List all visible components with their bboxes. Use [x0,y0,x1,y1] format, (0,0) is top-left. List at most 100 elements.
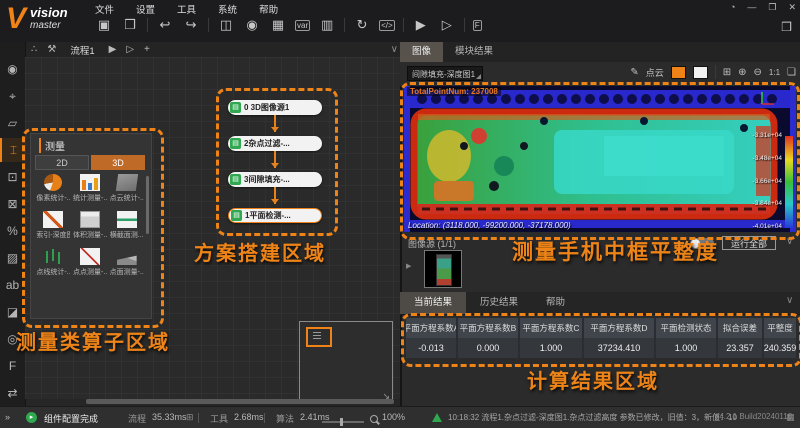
add-process-icon[interactable]: + [144,44,150,55]
canvas-hscrollbar[interactable] [86,399,394,404]
table-value-cell: 1.000 [518,338,582,358]
global-variable-icon[interactable]: var [295,20,310,31]
flow-node-plane-detect[interactable]: ▤ 1平面检测-... [228,208,322,223]
flow-arrow [274,151,276,168]
actual-size-icon[interactable]: 1:1 [769,68,780,77]
measure-icon[interactable]: ⌶ [0,138,25,162]
tab-current-result[interactable]: 当前结果 [400,292,466,314]
tab-history-result[interactable]: 历史结果 [466,292,532,314]
fit-view-icon[interactable]: ⊞ [723,67,731,78]
tab-image[interactable]: 图像 [400,42,443,62]
point-color-swatch-orange[interactable] [671,66,686,79]
operator-icon [115,174,137,191]
run-continuous-icon[interactable]: ▷ [438,17,456,33]
image-process-icon[interactable]: ▨ [0,246,25,270]
redo-icon[interactable]: ↪ [182,17,200,33]
node-label: 3间隙填充-... [244,174,290,185]
operator-icon [80,248,100,265]
canvas-zoom-percent: 100% [382,412,405,422]
edit-pencil-icon[interactable]: ✎ [630,67,638,78]
minimize-icon[interactable]: — [747,2,756,13]
image-edit-icon[interactable]: ▱ [0,111,25,135]
script-icon[interactable]: </> [379,20,395,31]
recognition-icon[interactable]: ⊠ [0,192,25,216]
calculation-icon[interactable]: % [0,219,25,243]
result-table-header: 平面方程系数A平面方程系数B平面方程系数C平面方程系数D平面检测状态拟合误差平整… [406,318,796,338]
focus-frame-icon[interactable]: ⊡ [0,165,25,189]
process-list-icon[interactable]: ∴ [31,44,37,55]
location-icon[interactable]: ⌖ [0,84,25,108]
run-once-icon[interactable]: ▶ [412,17,430,33]
operator-item[interactable]: 点面测量-... [108,248,145,277]
result-collapse-chevron-icon[interactable]: ∨ [786,295,793,306]
menu-item[interactable]: 帮助 [259,2,278,16]
operator-item[interactable]: 索引-深度图 [35,211,72,240]
open-image-folder-icon[interactable]: ❒ [781,20,792,34]
menu-item[interactable]: 文件 [95,2,114,16]
operator-item[interactable]: 点云统计-... [108,174,145,203]
time-detail-icon[interactable]: ⊞ [186,412,194,423]
tab-help[interactable]: 帮助 [532,292,579,314]
open-solution-icon[interactable]: ❒ [121,17,139,33]
colorbar-tick: -3.48e+04 [753,155,782,162]
run-all-dropdown[interactable]: 运行全部 [722,236,776,250]
global-trigger-icon[interactable]: F [473,20,482,31]
toolbar-divider [208,18,209,32]
flow-node-image-source[interactable]: ▤ 0 3D图像源1 [228,100,322,115]
collapsed-result-panel[interactable]: ↘ [299,321,393,403]
image-select-dropdown[interactable]: 间隙填充-深度图1 [407,66,483,81]
operator-item[interactable]: 体积测量-... [72,211,109,240]
tool-time-value: 2.68ms [234,412,264,422]
color-process-icon[interactable]: ◪ [0,300,25,324]
flow-node-gap-fill[interactable]: ▤ 3间隙填充-... [228,172,322,187]
logic-icon[interactable]: F [0,354,25,378]
fullscreen-icon[interactable]: ❏ [787,67,796,78]
log-panel-icon[interactable]: ▦ [786,412,795,423]
refresh-icon[interactable]: ↻ [353,17,371,33]
status-bar: » ▸ 组件配置完成 流程 35.33ms ⊞ 工具 2.68ms 算法 2.4… [0,406,800,428]
thumb-expand-icon[interactable]: ▶ [406,262,411,270]
canvas-zoom-slider[interactable] [322,421,364,423]
deep-learning-icon[interactable]: ab [0,273,25,297]
process-tab[interactable]: 流程1 [66,43,98,57]
acquisition-icon[interactable]: ◉ [0,57,25,81]
save-solution-icon[interactable]: ▣ [95,17,113,33]
close-icon[interactable]: ✕ [788,2,796,13]
operator-item[interactable]: 像素统计-... [35,174,72,203]
flow-node-noise-filter[interactable]: ▤ 2杂点过滤-... [228,136,322,151]
tab-2d[interactable]: 2D [35,155,89,170]
panel-scrollbar[interactable] [146,176,149,234]
depth-colorbar [785,136,793,228]
module-list-icon[interactable]: ▦ [269,17,287,33]
table-header-cell: 平面方程系数C [518,318,582,338]
undo-icon[interactable]: ↩ [156,17,174,33]
menu-item[interactable]: 工具 [177,2,196,16]
run-process-once-icon[interactable]: ▶ [109,44,117,55]
camera-manage-icon[interactable]: ◉ [243,17,261,33]
tab-3d[interactable]: 3D [91,155,145,170]
feedback-icon[interactable]: ◔ [730,2,735,13]
menu-item[interactable]: 系统 [218,2,237,16]
point-color-swatch-white[interactable] [693,66,708,79]
zoom-out-icon[interactable]: ⊖ [754,67,762,78]
zoom-in-icon[interactable]: ⊕ [738,67,746,78]
depth-image-viewport[interactable]: TotalPointNum: 237008 Location: (3118.00… [404,86,796,232]
image-thumbnail[interactable] [424,250,462,288]
communication-icon[interactable]: ⇄ [0,381,25,405]
menu-item[interactable]: 设置 [136,2,155,16]
run-process-loop-icon[interactable]: ▷ [126,44,134,55]
communication-card-icon[interactable]: ▥ [318,17,336,33]
collapse-chevron-icon[interactable]: ∨ [786,236,793,247]
operator-item[interactable]: 横截面测... [108,211,145,240]
operator-item[interactable]: 统计测量-... [72,174,109,203]
process-bar-chevron-icon[interactable]: ∨ [391,44,398,55]
panel-handle-icon[interactable] [306,327,332,347]
operator-item[interactable]: 点线统计-... [35,248,72,277]
interface-window-icon[interactable]: ◫ [217,17,235,33]
viewer-tabs: 图像 模块结果 [400,42,800,63]
restore-icon[interactable]: ❐ [768,2,776,13]
tab-module-result[interactable]: 模块结果 [443,42,505,62]
sidebar-expand-icon[interactable]: » [5,412,10,422]
operator-item[interactable]: 点点测量-... [72,248,109,277]
process-settings-icon[interactable]: ⚒ [47,44,56,55]
